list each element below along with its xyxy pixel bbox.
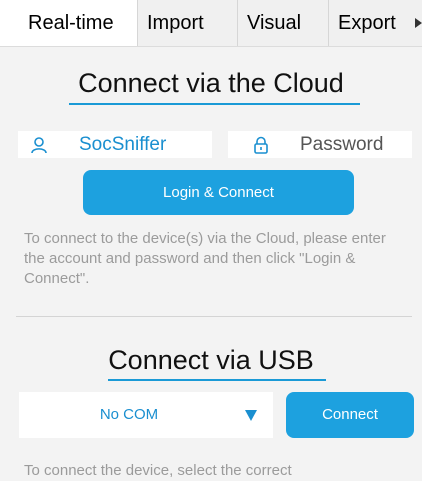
tab-import[interactable]: Import [137,0,237,46]
password-placeholder: Password [300,134,384,155]
usb-section-title: Connect via USB [108,345,314,375]
username-field[interactable]: SocSniffer [18,131,212,158]
tab-export-label: Export [338,12,396,34]
password-field[interactable]: Password [228,131,412,158]
chevron-right-icon[interactable] [415,18,422,28]
tab-visual[interactable]: Visual [237,0,328,46]
tab-import-label: Import [147,12,204,34]
tab-bar-divider [0,46,422,47]
username-value: SocSniffer [79,134,167,155]
usb-help-text: To connect the device, select the correc… [24,462,292,479]
com-port-value: No COM [99,406,159,423]
tab-visual-label: Visual [247,12,302,34]
lock-icon [254,136,268,154]
section-divider [16,316,412,317]
tab-export[interactable]: Export [328,0,422,46]
cloud-help-text: To connect to the device(s) via the Clou… [24,230,386,287]
login-connect-button[interactable]: Login & Connect [83,170,354,215]
cloud-title-underline [69,103,360,105]
usb-title-underline [108,379,326,381]
tab-realtime[interactable]: Real-time [14,0,137,46]
tab-realtime-label: Real-time [28,12,114,34]
usb-connect-button[interactable]: Connect [286,392,414,438]
triangle-down-icon [245,410,257,421]
cloud-section-title: Connect via the Cloud [78,68,344,98]
com-port-select[interactable]: No COM [19,392,273,438]
tab-bar: Real-time Import Visual Export [0,0,422,46]
user-icon [31,137,47,154]
